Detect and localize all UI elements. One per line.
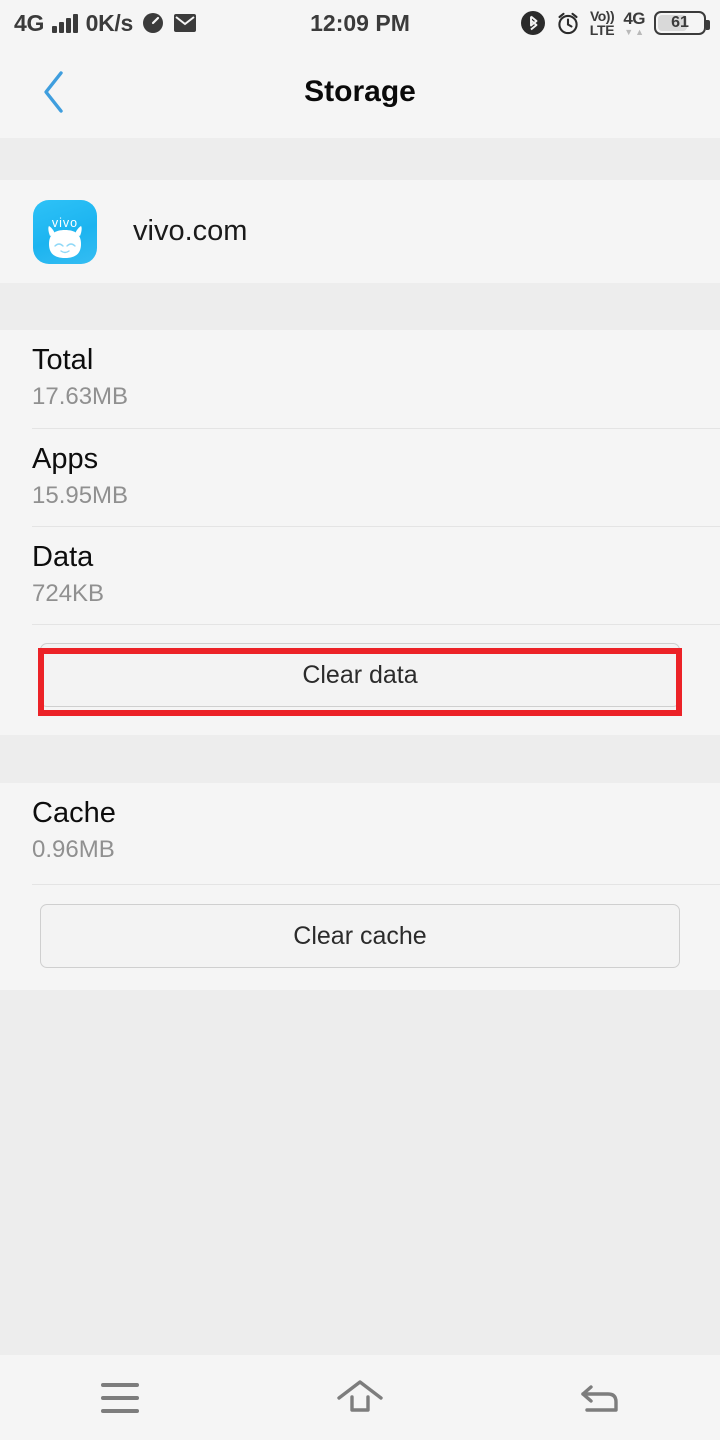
status-bar-left: 4G 0K/s <box>14 10 197 37</box>
section-spacer-1 <box>0 283 720 330</box>
storage-row-total[interactable]: Total 17.63MB <box>0 330 720 429</box>
home-button[interactable] <box>300 1355 420 1440</box>
storage-row-value: 724KB <box>32 580 105 608</box>
row-divider <box>32 624 720 625</box>
app-bar: Storage <box>0 46 720 138</box>
page-title: Storage <box>304 75 416 108</box>
cache-row-value: 0.96MB <box>32 836 115 864</box>
clear-cache-button[interactable]: Clear cache <box>40 904 680 968</box>
storage-row-label: Apps <box>32 443 99 475</box>
storage-row-value: 15.95MB <box>32 482 129 510</box>
app-info-row[interactable]: vivo vivo.com <box>0 180 247 283</box>
storage-card: Total 17.63MB Apps 15.95MB Data 724KB Cl… <box>0 330 720 735</box>
phone-screen: 4G 0K/s 12:09 PM Vo)) LTE 4G ▼ ▲ 61 Stor… <box>0 0 720 1440</box>
clear-cache-button-wrap: Clear cache <box>0 885 720 968</box>
status-bar: 4G 0K/s 12:09 PM Vo)) LTE 4G ▼ ▲ 61 <box>0 0 720 46</box>
back-button[interactable] <box>26 46 82 138</box>
svg-text:vivo: vivo <box>52 216 78 230</box>
status-bar-clock: 12:09 PM <box>310 9 410 36</box>
status-bar-right: Vo)) LTE 4G ▼ ▲ 61 <box>520 9 710 37</box>
storage-row-value: 17.63MB <box>32 383 129 411</box>
section-spacer-2 <box>0 735 720 783</box>
cache-card: Cache 0.96MB Clear cache <box>0 783 720 990</box>
battery-icon: 61 <box>654 11 710 35</box>
data-arrow-down-icon: ▼ <box>624 26 634 37</box>
section-spacer-top <box>0 138 720 180</box>
bluetooth-icon <box>520 10 546 36</box>
cache-row[interactable]: Cache 0.96MB <box>0 783 720 885</box>
menu-icon <box>101 1382 139 1413</box>
empty-area <box>0 990 720 1355</box>
mail-icon <box>173 13 197 33</box>
volte-line-2: LTE <box>589 22 615 38</box>
clear-data-button-wrap: Clear data <box>0 625 720 707</box>
home-icon <box>337 1379 383 1412</box>
alarm-clock-icon <box>555 10 581 36</box>
data-rate-label: 0K/s <box>85 9 134 36</box>
network-type-label: 4G <box>14 9 45 36</box>
data-activity-arrows: ▼ ▲ <box>624 26 645 37</box>
signal-bars-icon <box>52 13 78 33</box>
navigation-bar <box>0 1355 720 1440</box>
vivo-app-icon: vivo <box>33 199 97 264</box>
back-arrow-icon <box>581 1384 618 1412</box>
cache-row-label: Cache <box>32 797 116 829</box>
battery-level-label: 61 <box>671 14 689 31</box>
recents-button[interactable] <box>60 1355 180 1440</box>
volte-icon: Vo)) LTE <box>590 9 615 37</box>
back-nav-button[interactable] <box>540 1355 660 1440</box>
back-chevron-icon <box>44 71 63 113</box>
row-divider <box>32 884 720 885</box>
storage-row-label: Data <box>32 541 94 573</box>
volte-line-1: Vo)) <box>589 8 615 24</box>
speedometer-icon <box>141 11 165 35</box>
storage-row-apps[interactable]: Apps 15.95MB <box>0 429 720 527</box>
storage-row-data[interactable]: Data 724KB <box>0 527 720 625</box>
clear-data-button[interactable]: Clear data <box>40 643 680 707</box>
network-badge-label: 4G <box>623 8 645 28</box>
network-badge-icon: 4G ▼ ▲ <box>623 10 645 37</box>
app-name-label: vivo.com <box>133 215 248 247</box>
data-arrow-up-icon: ▲ <box>635 26 645 37</box>
storage-row-label: Total <box>32 344 94 376</box>
